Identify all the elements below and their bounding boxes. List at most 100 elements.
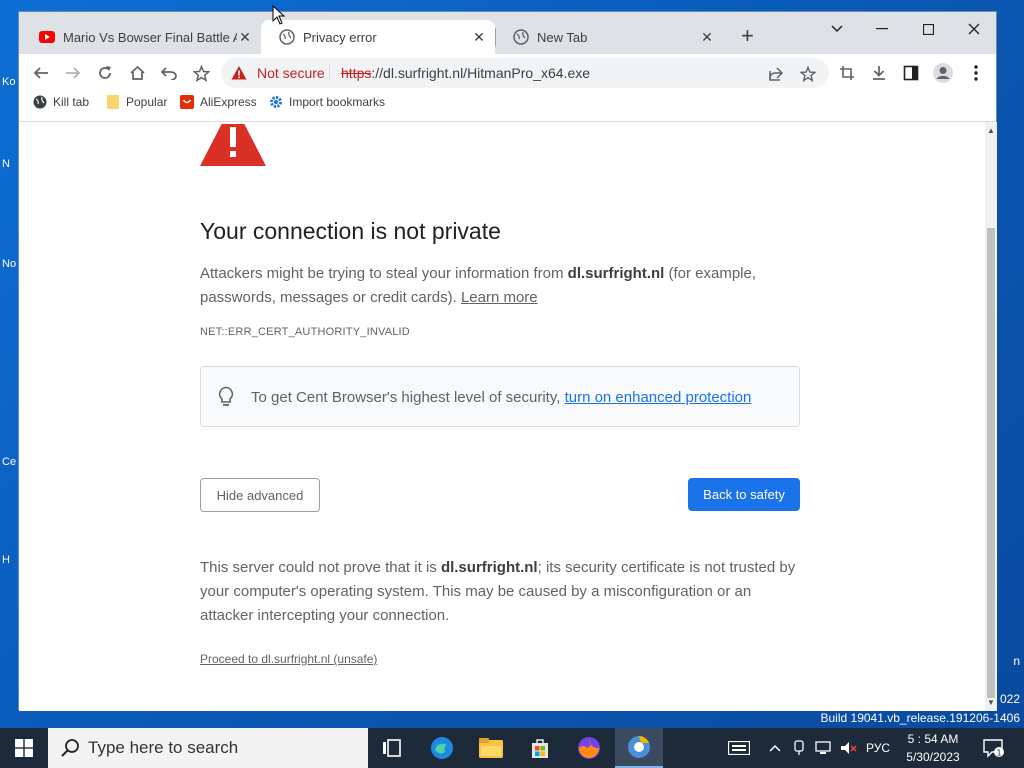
desktop-icon-label-fragment[interactable]: Ko (2, 76, 18, 90)
aliexpress-icon (180, 95, 194, 109)
bookmark-popular[interactable]: Popular (106, 95, 167, 109)
clock-time: 5 : 54 AM (907, 732, 959, 746)
crop-icon (840, 66, 854, 80)
taskbar-search-box[interactable]: Type here to search (48, 728, 368, 768)
taskbar-firefox[interactable] (565, 728, 613, 768)
close-icon[interactable]: ✕ (699, 29, 715, 45)
taskbar-edge[interactable] (418, 728, 466, 768)
security-status[interactable]: Not secure (257, 65, 325, 81)
bookmark-kill-tab[interactable]: Kill tab (33, 95, 89, 109)
folder-icon (106, 95, 120, 109)
maximize-button[interactable] (905, 16, 951, 42)
tray-volume[interactable] (838, 728, 860, 768)
desktop-icon-label-fragment[interactable]: No (2, 258, 18, 272)
proceed-unsafe-link[interactable]: Proceed to dl.surfright.nl (unsafe) (200, 652, 377, 666)
address-bar[interactable]: Not secure https://dl.surfright.nl/Hitma… (221, 58, 829, 88)
bookmark-label: AliExpress (200, 95, 257, 109)
tray-overflow[interactable] (766, 728, 784, 768)
clock-date: 5/30/2023 (906, 750, 960, 764)
tab-title: New Tab (537, 29, 588, 45)
arrow-right-icon (66, 67, 81, 79)
kebab-menu-icon (974, 65, 978, 81)
close-icon[interactable]: ✕ (237, 29, 253, 45)
error-text: Attackers might be trying to steal your … (200, 265, 568, 282)
learn-more-link[interactable]: Learn more (461, 289, 538, 306)
lightbulb-icon (218, 386, 234, 406)
new-tab-button[interactable]: + (741, 25, 754, 47)
tab-new-tab[interactable]: New Tab ✕ (495, 20, 723, 54)
store-icon (532, 739, 548, 758)
download-button[interactable] (867, 61, 891, 85)
home-icon (129, 65, 145, 80)
vertical-scrollbar[interactable]: ▲ ▼ (985, 122, 997, 711)
globe-dark-icon (33, 95, 47, 109)
tab-title: Mario Vs Bowser Final Battle Am (63, 29, 237, 45)
taskbar: Type here to search РУС 5 : 54 AM 5/30/2… (0, 728, 1024, 768)
tray-language[interactable]: РУС (862, 728, 894, 768)
advanced-details: This server could not prove that it is d… (200, 556, 800, 628)
hide-advanced-button[interactable]: Hide advanced (200, 478, 320, 512)
side-panel-button[interactable] (899, 61, 923, 85)
tab-privacy-error[interactable]: Privacy error ✕ (261, 20, 495, 54)
enhanced-protection-box: To get Cent Browser's highest level of s… (200, 366, 800, 427)
task-view-icon (383, 739, 401, 757)
cent-browser-icon (628, 736, 650, 758)
scroll-up-arrow-icon[interactable]: ▲ (987, 126, 995, 135)
tray-location[interactable] (790, 728, 808, 768)
watermark-build: Build 19041.vb_release.191206-1406 (820, 711, 1021, 725)
tray-network[interactable] (813, 728, 835, 768)
notification-icon: 1 (983, 739, 1004, 758)
desktop-icon-label-fragment[interactable]: Ce (2, 456, 18, 470)
bookmark-label: Kill tab (53, 95, 90, 109)
bookmark-aliexpress[interactable]: AliExpress (180, 95, 257, 109)
windows-logo-icon (15, 739, 33, 757)
browser-toolbar: Not secure https://dl.surfright.nl/Hitma… (19, 54, 996, 92)
gear-icon (269, 95, 283, 109)
tab-youtube[interactable]: Mario Vs Bowser Final Battle Am ✕ (21, 20, 261, 54)
minimize-button[interactable] (859, 16, 905, 42)
forward-button[interactable] (61, 61, 85, 85)
scroll-down-arrow-icon[interactable]: ▼ (987, 698, 995, 707)
scroll-thumb[interactable] (987, 228, 995, 698)
enhanced-protection-text: To get Cent Browser's highest level of s… (251, 389, 751, 406)
action-center-button[interactable]: 1 (982, 738, 1004, 758)
chevron-down-icon (831, 25, 843, 33)
page-title: Your connection is not private (200, 218, 501, 244)
back-to-safety-button[interactable]: Back to safety (688, 478, 800, 511)
globe-icon (513, 29, 529, 45)
start-button[interactable] (0, 728, 48, 768)
star-outline-icon[interactable] (799, 65, 817, 83)
back-button[interactable] (29, 61, 53, 85)
taskbar-file-explorer[interactable] (467, 728, 515, 768)
share-icon[interactable] (767, 65, 785, 83)
pen-icon (794, 740, 804, 755)
menu-button[interactable] (964, 61, 988, 85)
warning-triangle-icon (200, 124, 266, 166)
taskbar-clock[interactable]: 5 : 54 AM 5/30/2023 (898, 730, 968, 766)
tray-keyboard[interactable] (725, 728, 753, 768)
task-view-button[interactable] (368, 728, 416, 768)
desktop-icon-label-fragment[interactable]: H (2, 554, 18, 568)
warning-triangle-icon[interactable] (231, 65, 247, 81)
crop-button[interactable] (835, 61, 859, 85)
home-button[interactable] (125, 61, 149, 85)
bookmark-import[interactable]: Import bookmarks (269, 95, 385, 109)
undo-close-tab-button[interactable] (157, 61, 181, 85)
close-icon[interactable]: ✕ (471, 29, 487, 45)
maximize-icon (922, 23, 934, 35)
profile-button[interactable] (931, 61, 955, 85)
bookmark-label: Import bookmarks (289, 95, 386, 109)
close-window-button[interactable] (951, 16, 997, 42)
desktop-icon-label-fragment[interactable]: N (2, 158, 18, 172)
taskbar-store[interactable] (516, 728, 564, 768)
bookmark-star-button[interactable] (189, 61, 213, 85)
taskbar-cent-browser[interactable] (615, 728, 663, 768)
error-code[interactable]: NET::ERR_CERT_AUTHORITY_INVALID (200, 326, 410, 338)
tab-search-button[interactable] (814, 16, 860, 42)
reload-button[interactable] (93, 61, 117, 85)
youtube-icon (39, 29, 55, 45)
enhanced-protection-link[interactable]: turn on enhanced protection (565, 389, 752, 406)
url-text[interactable]: https://dl.surfright.nl/HitmanPro_x64.ex… (341, 65, 590, 81)
interstitial-page: Your connection is not private Attackers… (19, 122, 985, 711)
folder-icon (479, 738, 503, 758)
